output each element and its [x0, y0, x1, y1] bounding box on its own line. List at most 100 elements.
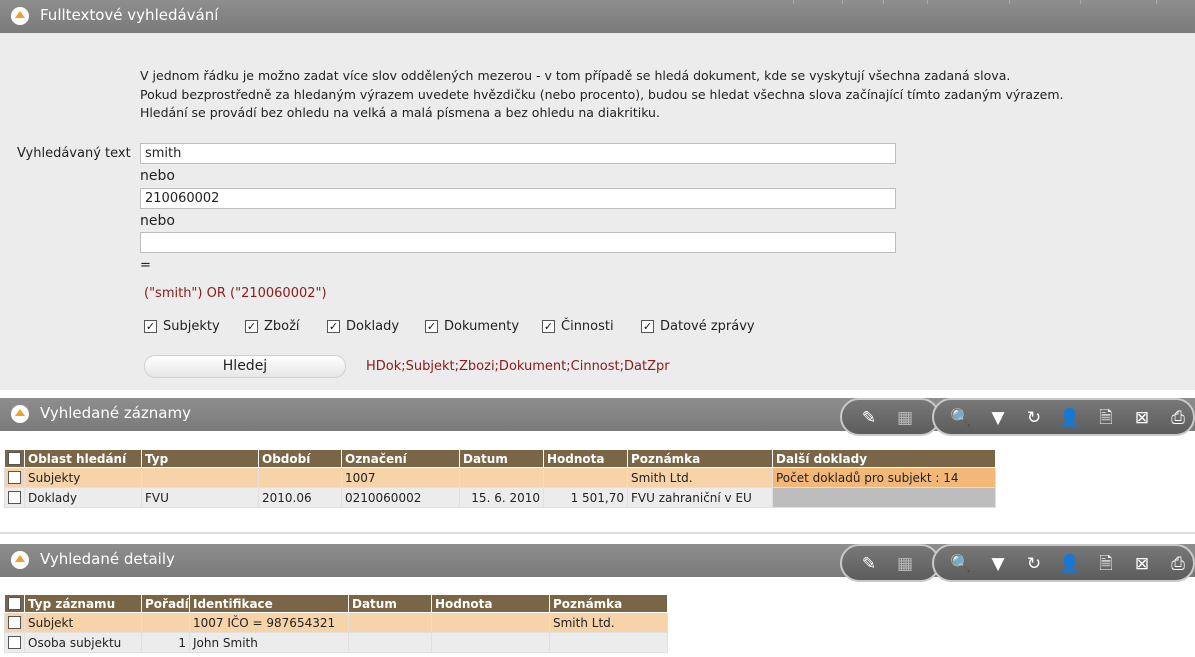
table-cell[interactable]: FVU [141, 487, 259, 508]
table-row[interactable]: Doklady FVU 2010.06 0210060002 15. 6. 20… [4, 487, 996, 508]
row-checkbox[interactable] [8, 616, 21, 629]
print-icon[interactable]: ⎙ [1167, 553, 1189, 575]
table-cell[interactable]: Smith Ltd. [549, 612, 668, 633]
table-cell[interactable] [141, 467, 259, 488]
select-all-checkbox[interactable] [8, 597, 21, 610]
table-cell[interactable]: 0210060002 [341, 487, 460, 508]
search-form: V jednom řádku je možno zadat více slov … [0, 33, 1195, 390]
row-checkbox[interactable] [8, 491, 21, 504]
table-cell[interactable]: Počet dokladů pro subjekt : 14 [772, 467, 996, 488]
row-checkbox-cell[interactable] [4, 467, 25, 488]
checkbox-doklady[interactable]: ✓ Doklady [327, 319, 399, 334]
edit-icon[interactable]: ✎ [858, 407, 880, 429]
select-all-checkbox[interactable] [8, 452, 21, 465]
row-checkbox[interactable] [8, 471, 21, 484]
collapse-icon[interactable] [11, 551, 29, 569]
refresh-icon[interactable]: ↻ [1023, 407, 1045, 429]
table-cell[interactable]: FVU zahraniční v EU [627, 487, 773, 508]
checkbox-dokumenty[interactable]: ✓ Dokumenty [425, 319, 519, 334]
search-button[interactable]: Hledej [144, 355, 346, 378]
checkbox-datove-zpravy[interactable]: ✓ Datové zprávy [641, 319, 755, 334]
checkbox-check-icon[interactable]: ✓ [641, 320, 654, 333]
table-cell[interactable]: 1007 IČO = 987654321 [189, 612, 349, 633]
users-settings-icon[interactable]: 👤 [1059, 553, 1081, 575]
document-icon[interactable]: 🗎 [1095, 553, 1117, 575]
table-cell[interactable] [543, 467, 628, 488]
excel-icon[interactable]: ⊠ [1131, 407, 1153, 429]
row-checkbox-cell[interactable] [4, 487, 25, 508]
table-cell[interactable]: 1 [141, 632, 190, 653]
column-header[interactable]: Hodnota [431, 594, 550, 613]
column-header[interactable]: Poznámka [627, 449, 773, 468]
edit-icon[interactable]: ✎ [858, 553, 880, 575]
column-header[interactable]: Datum [459, 449, 544, 468]
table-cell[interactable] [459, 467, 544, 488]
table-cell[interactable] [772, 487, 996, 508]
table-cell[interactable] [348, 632, 432, 653]
users-settings-icon[interactable]: 👤 [1059, 407, 1081, 429]
checkbox-subjekty[interactable]: ✓ Subjekty [144, 319, 220, 334]
results-header-row: Oblast hledání Typ Období Označení Datum… [4, 449, 996, 468]
filter-icon[interactable]: ▼ [987, 407, 1009, 429]
refresh-icon[interactable]: ↻ [1023, 553, 1045, 575]
checkbox-check-icon[interactable]: ✓ [425, 320, 438, 333]
checkbox-cinnosti[interactable]: ✓ Činnosti [542, 319, 614, 334]
table-cell[interactable] [348, 612, 432, 633]
table-row[interactable]: Subjekty 1007 Smith Ltd. Počet dokladů p… [4, 467, 996, 488]
table-cell[interactable]: Subjekty [24, 467, 142, 488]
table-cell[interactable] [549, 632, 668, 653]
table-cell[interactable]: Smith Ltd. [627, 467, 773, 488]
column-header[interactable]: Typ [141, 449, 259, 468]
document-icon[interactable]: 🗎 [1095, 407, 1117, 429]
checkbox-check-icon[interactable]: ✓ [144, 320, 157, 333]
table-cell[interactable]: 15. 6. 2010 [459, 487, 544, 508]
details-edit-toolbar: ✎ ▦ [840, 544, 940, 582]
table-row[interactable]: Osoba subjektu 1 John Smith [4, 632, 668, 653]
column-header[interactable]: Období [258, 449, 342, 468]
row-checkbox-cell[interactable] [4, 632, 25, 653]
table-cell[interactable]: 2010.06 [258, 487, 342, 508]
search-input-2[interactable]: 210060002 [140, 188, 896, 209]
table-cell[interactable] [141, 612, 190, 633]
table-cell[interactable]: Doklady [24, 487, 142, 508]
checkbox-label: Subjekty [163, 319, 220, 334]
table-cell[interactable]: Subjekt [24, 612, 142, 633]
table-cell[interactable] [431, 632, 550, 653]
header-divider [842, 0, 843, 4]
table-cell[interactable]: John Smith [189, 632, 349, 653]
checkbox-zbozi[interactable]: ✓ Zboží [245, 319, 300, 334]
checkbox-check-icon[interactable]: ✓ [327, 320, 340, 333]
column-header[interactable]: Pořadí [141, 594, 190, 613]
column-header[interactable]: Poznámka [549, 594, 668, 613]
search-icon[interactable]: 🔍 [950, 553, 972, 575]
checkbox-check-icon[interactable]: ✓ [245, 320, 258, 333]
collapse-icon[interactable] [11, 405, 29, 423]
row-checkbox-cell[interactable] [4, 612, 25, 633]
column-header[interactable]: Hodnota [543, 449, 628, 468]
select-all-cell[interactable] [4, 449, 25, 468]
search-input-1[interactable]: smith [140, 143, 896, 164]
search-icon[interactable]: 🔍 [950, 407, 972, 429]
column-header[interactable]: Další doklady [772, 449, 996, 468]
column-header[interactable]: Oblast hledání [24, 449, 142, 468]
print-icon[interactable]: ⎙ [1167, 407, 1189, 429]
search-input-3[interactable] [140, 232, 896, 253]
table-cell[interactable]: 1 501,70 [543, 487, 628, 508]
table-cell[interactable] [258, 467, 342, 488]
column-header[interactable]: Označení [341, 449, 460, 468]
excel-icon[interactable]: ⊠ [1131, 553, 1153, 575]
checkbox-check-icon[interactable]: ✓ [542, 320, 555, 333]
results-action-toolbar: 🔍 ▼ ↻ 👤 🗎 ⊠ ⎙ [932, 398, 1195, 436]
select-all-cell[interactable] [4, 594, 25, 613]
checkbox-label: Zboží [264, 319, 300, 334]
table-cell[interactable]: 1007 [341, 467, 460, 488]
column-header[interactable]: Datum [348, 594, 432, 613]
column-header[interactable]: Typ záznamu [24, 594, 142, 613]
table-row[interactable]: Subjekt 1007 IČO = 987654321 Smith Ltd. [4, 612, 668, 633]
collapse-icon[interactable] [11, 7, 29, 25]
column-header[interactable]: Identifikace [189, 594, 349, 613]
filter-icon[interactable]: ▼ [987, 553, 1009, 575]
table-cell[interactable] [431, 612, 550, 633]
row-checkbox[interactable] [8, 636, 21, 649]
table-cell[interactable]: Osoba subjektu [24, 632, 142, 653]
